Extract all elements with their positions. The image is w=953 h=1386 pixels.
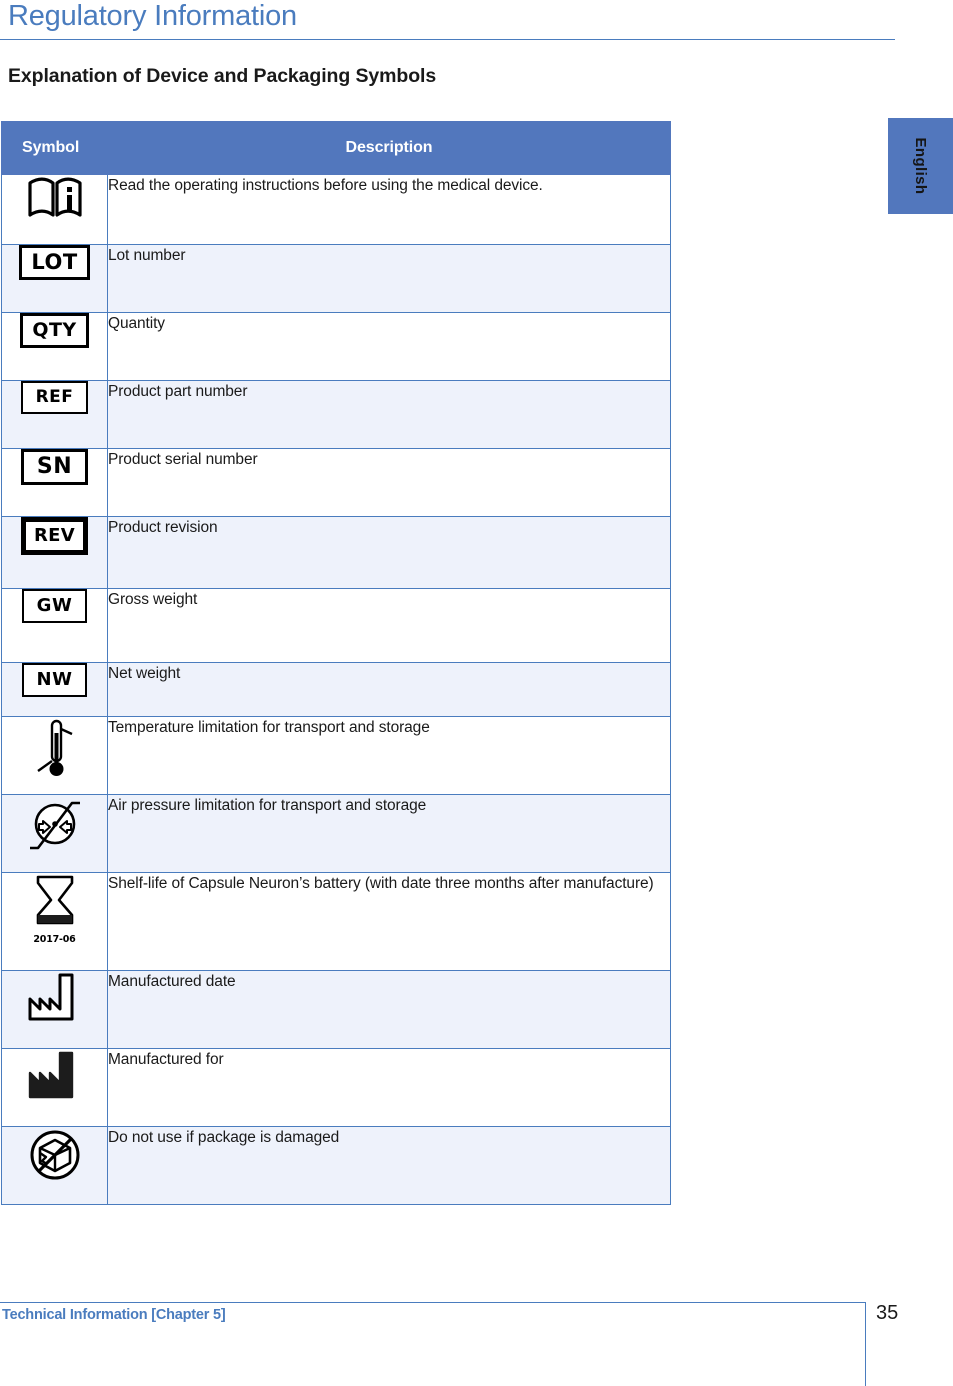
description-cell: Manufactured for <box>107 1048 671 1127</box>
table-row: LOT Lot number <box>1 244 671 313</box>
description-cell: Read the operating instructions before u… <box>107 174 671 245</box>
table-row: Manufactured date <box>1 970 671 1049</box>
quantity-icon: QTY <box>20 313 89 348</box>
net-weight-icon: NW <box>21 663 88 697</box>
description-cell: Temperature limitation for transport and… <box>107 716 671 795</box>
date-of-manufacture-icon <box>28 973 73 1021</box>
symbol-cell: 2017-06 <box>1 872 108 971</box>
temperature-limit-icon <box>36 719 72 776</box>
symbol-cell <box>1 716 108 795</box>
device-packaging-symbols-table: Symbol Description Read the operating in… <box>1 121 671 1205</box>
table-row: NW Net weight <box>1 662 671 717</box>
table-row: SN Product serial number <box>1 448 671 517</box>
table-header-row: Symbol Description <box>1 121 671 175</box>
table-row: Do not use if package is damaged <box>1 1126 671 1205</box>
header-divider <box>0 39 895 40</box>
symbol-cell <box>1 174 108 245</box>
symbol-cell: REF <box>1 380 108 449</box>
symbol-cell <box>1 970 108 1049</box>
gross-weight-icon: GW <box>21 589 88 623</box>
table-row: Read the operating instructions before u… <box>1 174 671 245</box>
description-cell: Quantity <box>107 312 671 381</box>
hourglass-shape <box>36 875 73 925</box>
page-number: 35 <box>876 1302 899 1324</box>
symbol-cell: LOT <box>1 244 108 313</box>
description-cell: Product serial number <box>107 448 671 517</box>
table-row: REF Product part number <box>1 380 671 449</box>
manufacturer-icon <box>28 1051 73 1099</box>
language-tab: English <box>888 118 953 214</box>
symbol-cell <box>1 1048 108 1127</box>
description-cell: Air pressure limitation for transport an… <box>107 794 671 873</box>
description-cell: Product part number <box>107 380 671 449</box>
symbol-cell: QTY <box>1 312 108 381</box>
language-tab-label: English <box>912 137 929 195</box>
catalogue-number-icon: REF <box>20 381 89 414</box>
description-cell: Lot number <box>107 244 671 313</box>
description-cell: Shelf-life of Capsule Neuron’s battery (… <box>107 872 671 971</box>
column-header-description: Description <box>107 121 671 175</box>
symbol-cell: REV <box>1 516 108 589</box>
air-pressure-limit-icon <box>29 801 80 850</box>
use-by-date-label: 2017-06 <box>33 934 76 945</box>
lot-number-icon: LOT <box>19 245 90 280</box>
table-row: REV Product revision <box>1 516 671 589</box>
use-by-hourglass-icon: 2017-06 <box>32 873 78 947</box>
table-row: Air pressure limitation for transport an… <box>1 794 671 873</box>
description-cell: Product revision <box>107 516 671 589</box>
symbol-cell <box>1 794 108 873</box>
description-cell: Do not use if package is damaged <box>107 1126 671 1205</box>
symbol-cell: GW <box>1 588 108 663</box>
table-row: Manufactured for <box>1 1048 671 1127</box>
table-row: 2017-06 Shelf-life of Capsule Neuron’s b… <box>1 872 671 971</box>
symbol-cell: NW <box>1 662 108 717</box>
table-row: Temperature limitation for transport and… <box>1 716 671 795</box>
revision-icon: REV <box>21 517 88 555</box>
footer-divider-tick <box>865 1302 866 1386</box>
symbol-cell: SN <box>1 448 108 517</box>
description-cell: Manufactured date <box>107 970 671 1049</box>
section-heading: Explanation of Device and Packaging Symb… <box>8 65 437 87</box>
table-row: QTY Quantity <box>1 312 671 381</box>
serial-number-icon: SN <box>20 449 89 485</box>
do-not-use-if-damaged-icon <box>30 1130 79 1180</box>
column-header-symbol: Symbol <box>1 121 108 175</box>
description-cell: Net weight <box>107 662 671 717</box>
footer-chapter-label: Technical Information [Chapter 5] <box>2 1307 226 1323</box>
instructions-for-use-icon <box>27 177 82 217</box>
symbol-cell <box>1 1126 108 1205</box>
description-cell: Gross weight <box>107 588 671 663</box>
table-row: GW Gross weight <box>1 588 671 663</box>
page-title: Regulatory Information <box>8 0 297 32</box>
footer-divider <box>0 1302 866 1303</box>
